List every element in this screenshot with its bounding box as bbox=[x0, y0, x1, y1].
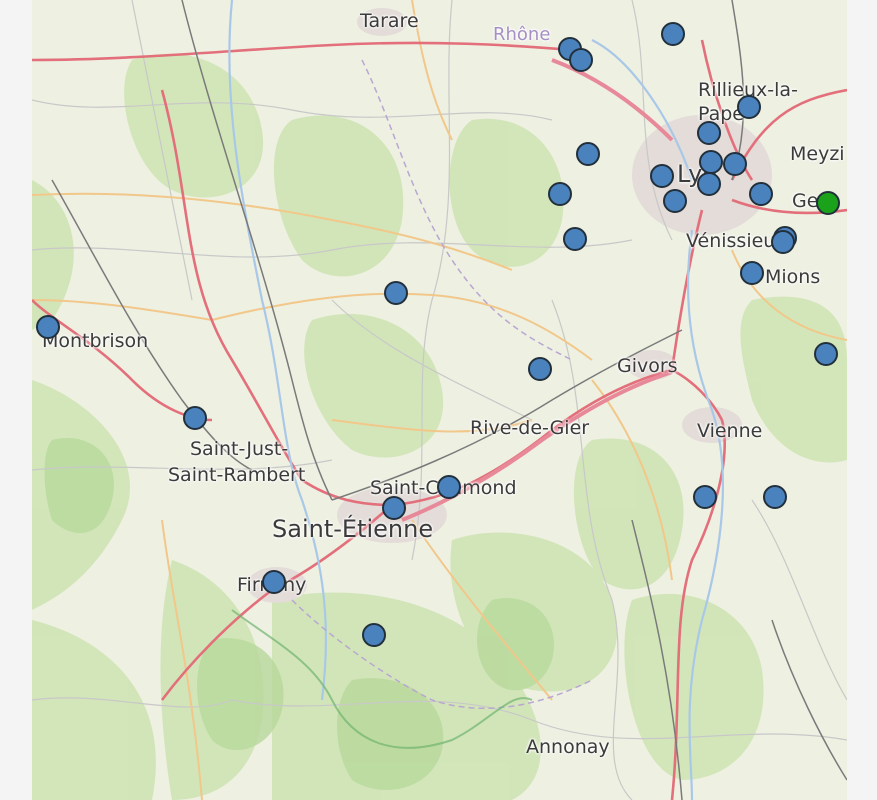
map-marker[interactable] bbox=[548, 182, 572, 206]
place-label-saint-just-line2: Saint-Rambert bbox=[168, 464, 306, 486]
map-marker[interactable] bbox=[740, 261, 764, 285]
map-marker[interactable] bbox=[563, 227, 587, 251]
map-marker[interactable] bbox=[697, 121, 721, 145]
map-marker[interactable] bbox=[697, 172, 721, 196]
map-marker[interactable] bbox=[528, 357, 552, 381]
map-marker[interactable] bbox=[661, 22, 685, 46]
place-label-meyzieu: Meyzi bbox=[790, 143, 845, 165]
map-marker[interactable] bbox=[384, 281, 408, 305]
map-marker[interactable] bbox=[362, 623, 386, 647]
map-marker[interactable] bbox=[650, 164, 674, 188]
place-label-saint-just-line1: Saint-Just- bbox=[190, 438, 289, 460]
place-label-givors: Givors bbox=[617, 355, 678, 377]
place-label-montbrison: Montbrison bbox=[42, 330, 149, 352]
map-marker[interactable] bbox=[262, 570, 286, 594]
place-label-vienne: Vienne bbox=[697, 420, 763, 442]
map-marker[interactable] bbox=[771, 230, 795, 254]
place-label-annonay: Annonay bbox=[526, 736, 610, 758]
map-marker[interactable] bbox=[437, 475, 461, 499]
place-label-genas: Ge bbox=[792, 190, 819, 212]
map-marker[interactable] bbox=[699, 150, 723, 174]
map-marker[interactable] bbox=[723, 152, 747, 176]
map-marker[interactable] bbox=[814, 342, 838, 366]
place-label-saint-etienne: Saint-Étienne bbox=[272, 515, 434, 543]
map-marker[interactable] bbox=[737, 95, 761, 119]
place-label-tarare: Tarare bbox=[360, 10, 419, 32]
place-label-mions: Mions bbox=[765, 266, 821, 288]
map-marker[interactable] bbox=[382, 496, 406, 520]
map-marker[interactable] bbox=[576, 142, 600, 166]
map-marker[interactable] bbox=[183, 406, 207, 430]
map-marker[interactable] bbox=[569, 48, 593, 72]
map-marker[interactable] bbox=[749, 182, 773, 206]
map-marker[interactable] bbox=[693, 485, 717, 509]
map-marker-highlighted[interactable] bbox=[816, 191, 840, 215]
map-marker[interactable] bbox=[663, 189, 687, 213]
map-view[interactable]: Tarare Rhône Rillieux-la-Pape Meyzi Lyo … bbox=[32, 0, 847, 800]
place-label-rive-de-gier: Rive-de-Gier bbox=[470, 417, 590, 439]
map-marker[interactable] bbox=[763, 485, 787, 509]
region-label-rhone: Rhône bbox=[493, 24, 551, 45]
map-marker[interactable] bbox=[36, 315, 60, 339]
